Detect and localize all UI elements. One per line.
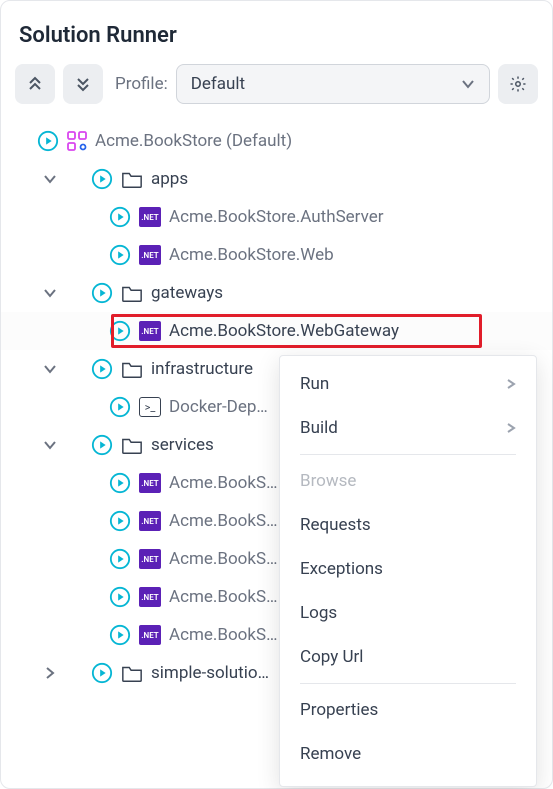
menu-label: Run xyxy=(300,374,329,394)
folder-label: gateways xyxy=(151,283,223,303)
chevron-right-icon xyxy=(506,423,516,433)
terminal-icon: >_ xyxy=(139,397,161,417)
dotnet-icon: .NET xyxy=(139,549,161,569)
chevron-down-icon xyxy=(461,77,475,91)
menu-label: Remove xyxy=(300,744,361,764)
menu-label: Browse xyxy=(300,471,356,491)
play-icon[interactable] xyxy=(109,244,131,266)
context-menu: Run Build Browse Requests Exceptions Log… xyxy=(279,355,537,787)
profile-label: Profile: xyxy=(115,74,168,94)
chevron-down-icon[interactable] xyxy=(43,362,57,376)
menu-label: Logs xyxy=(300,603,337,623)
dotnet-icon: .NET xyxy=(139,473,161,493)
menu-copy-url[interactable]: Copy Url xyxy=(280,635,536,679)
settings-button[interactable] xyxy=(498,64,538,104)
play-icon[interactable] xyxy=(109,510,131,532)
project-label: Acme.BookS… xyxy=(169,625,277,645)
play-icon[interactable] xyxy=(91,358,113,380)
folder-icon xyxy=(121,663,143,683)
menu-label: Exceptions xyxy=(300,559,383,579)
profile-value: Default xyxy=(191,74,245,94)
menu-remove[interactable]: Remove xyxy=(280,732,536,776)
play-icon[interactable] xyxy=(37,130,59,152)
chevron-right-icon[interactable] xyxy=(43,666,57,680)
selected-row-wrapper: .NET Acme.BookStore.WebGateway xyxy=(1,312,552,350)
project-label: Docker-Dep… xyxy=(169,397,268,417)
dotnet-icon: .NET xyxy=(139,511,161,531)
menu-browse: Browse xyxy=(280,459,536,503)
play-icon[interactable] xyxy=(91,282,113,304)
project-label: Acme.BookStore.AuthServer xyxy=(169,207,384,227)
play-icon[interactable] xyxy=(109,206,131,228)
play-icon[interactable] xyxy=(109,548,131,570)
folder-label: simple-solutio… xyxy=(151,663,269,683)
dotnet-icon: .NET xyxy=(139,587,161,607)
project-label: Acme.BookS… xyxy=(169,473,277,493)
menu-label: Build xyxy=(300,418,338,438)
solution-runner-panel: Solution Runner Profile: Default xyxy=(0,0,553,789)
collapse-all-button[interactable] xyxy=(63,64,103,104)
folder-icon xyxy=(121,169,143,189)
menu-requests[interactable]: Requests xyxy=(280,503,536,547)
folder-label: services xyxy=(151,435,214,455)
menu-separator xyxy=(300,454,516,455)
menu-run[interactable]: Run xyxy=(280,362,536,406)
chevron-down-icon[interactable] xyxy=(43,172,57,186)
play-icon[interactable] xyxy=(109,586,131,608)
play-icon[interactable] xyxy=(91,434,113,456)
chevrons-up-icon xyxy=(27,76,43,92)
dotnet-icon: .NET xyxy=(139,207,161,227)
play-icon[interactable] xyxy=(109,396,131,418)
project-webgateway[interactable]: .NET Acme.BookStore.WebGateway xyxy=(15,312,538,350)
toolbar: Profile: Default xyxy=(15,64,538,104)
dotnet-icon: .NET xyxy=(139,245,161,265)
project-label: Acme.BookStore.Web xyxy=(169,245,334,265)
tree-root[interactable]: Acme.BookStore (Default) xyxy=(15,122,538,160)
folder-icon xyxy=(121,435,143,455)
folder-label: apps xyxy=(151,169,188,189)
chevron-down-icon[interactable] xyxy=(43,438,57,452)
play-icon[interactable] xyxy=(109,624,131,646)
project-label: Acme.BookS… xyxy=(169,511,277,531)
folder-icon xyxy=(121,359,143,379)
menu-exceptions[interactable]: Exceptions xyxy=(280,547,536,591)
play-icon[interactable] xyxy=(91,662,113,684)
folder-apps[interactable]: apps xyxy=(15,160,538,198)
menu-properties[interactable]: Properties xyxy=(280,688,536,732)
menu-separator xyxy=(300,683,516,684)
project-label: Acme.BookStore.WebGateway xyxy=(169,321,399,341)
chevrons-down-icon xyxy=(75,76,91,92)
root-label: Acme.BookStore (Default) xyxy=(95,131,292,151)
project-authserver[interactable]: .NET Acme.BookStore.AuthServer xyxy=(15,198,538,236)
menu-label: Requests xyxy=(300,515,371,535)
project-label: Acme.BookS… xyxy=(169,587,277,607)
gear-icon xyxy=(509,75,527,93)
play-icon[interactable] xyxy=(91,168,113,190)
play-icon[interactable] xyxy=(109,320,131,342)
profile-select[interactable]: Default xyxy=(176,64,490,104)
play-icon[interactable] xyxy=(109,472,131,494)
chevron-down-icon[interactable] xyxy=(43,286,57,300)
project-label: Acme.BookS… xyxy=(169,549,277,569)
expand-all-button[interactable] xyxy=(15,64,55,104)
panel-title: Solution Runner xyxy=(19,23,534,48)
menu-label: Properties xyxy=(300,700,378,720)
menu-label: Copy Url xyxy=(300,647,363,667)
dotnet-icon: .NET xyxy=(139,625,161,645)
chevron-right-icon xyxy=(506,379,516,389)
apps-icon xyxy=(67,131,87,151)
dotnet-icon: .NET xyxy=(139,321,161,341)
project-web[interactable]: .NET Acme.BookStore.Web xyxy=(15,236,538,274)
folder-icon xyxy=(121,283,143,303)
folder-gateways[interactable]: gateways xyxy=(15,274,538,312)
folder-label: infrastructure xyxy=(151,359,253,379)
menu-logs[interactable]: Logs xyxy=(280,591,536,635)
menu-build[interactable]: Build xyxy=(280,406,536,450)
